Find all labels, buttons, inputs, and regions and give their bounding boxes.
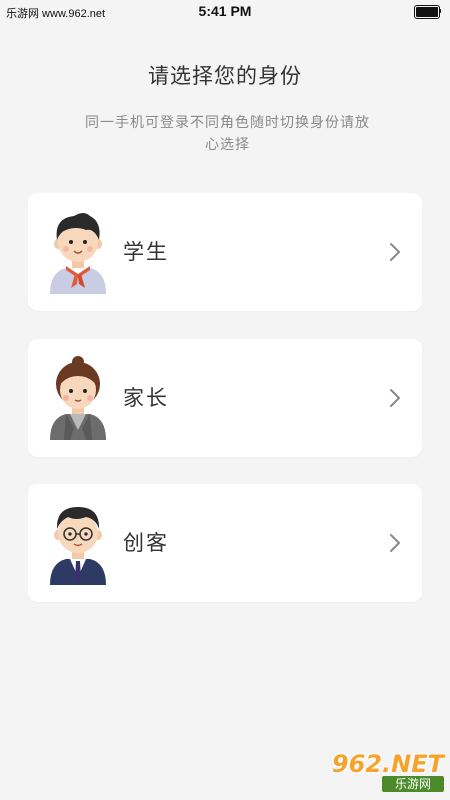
role-label-student: 学生 (123, 240, 169, 264)
role-label-parent: 家长 (123, 386, 169, 410)
role-card-student[interactable]: 学生 (28, 193, 422, 311)
maker-avatar (46, 499, 110, 587)
watermark-name: 乐游网 (382, 776, 444, 792)
chevron-right-icon (390, 534, 400, 552)
battery-icon (414, 5, 441, 19)
watermark-logo: 962.NET 乐游网 (306, 752, 444, 792)
status-time: 5:41 PM (198, 3, 252, 19)
role-card-maker[interactable]: 创客 (28, 484, 422, 602)
page-subtitle: 同一手机可登录不同角色随时切换身份请放心选择 (85, 115, 370, 153)
student-avatar (46, 208, 110, 296)
role-card-parent[interactable]: 家长 (28, 339, 422, 457)
page-title: 请选择您的身份 (148, 64, 302, 88)
chevron-right-icon (390, 243, 400, 261)
watermark-brand: 962.NET (331, 750, 444, 778)
chevron-right-icon (390, 389, 400, 407)
status-bar: 乐游网 www.962.net 5:41 PM (0, 0, 450, 24)
parent-avatar (46, 354, 110, 442)
role-label-maker: 创客 (123, 531, 169, 555)
